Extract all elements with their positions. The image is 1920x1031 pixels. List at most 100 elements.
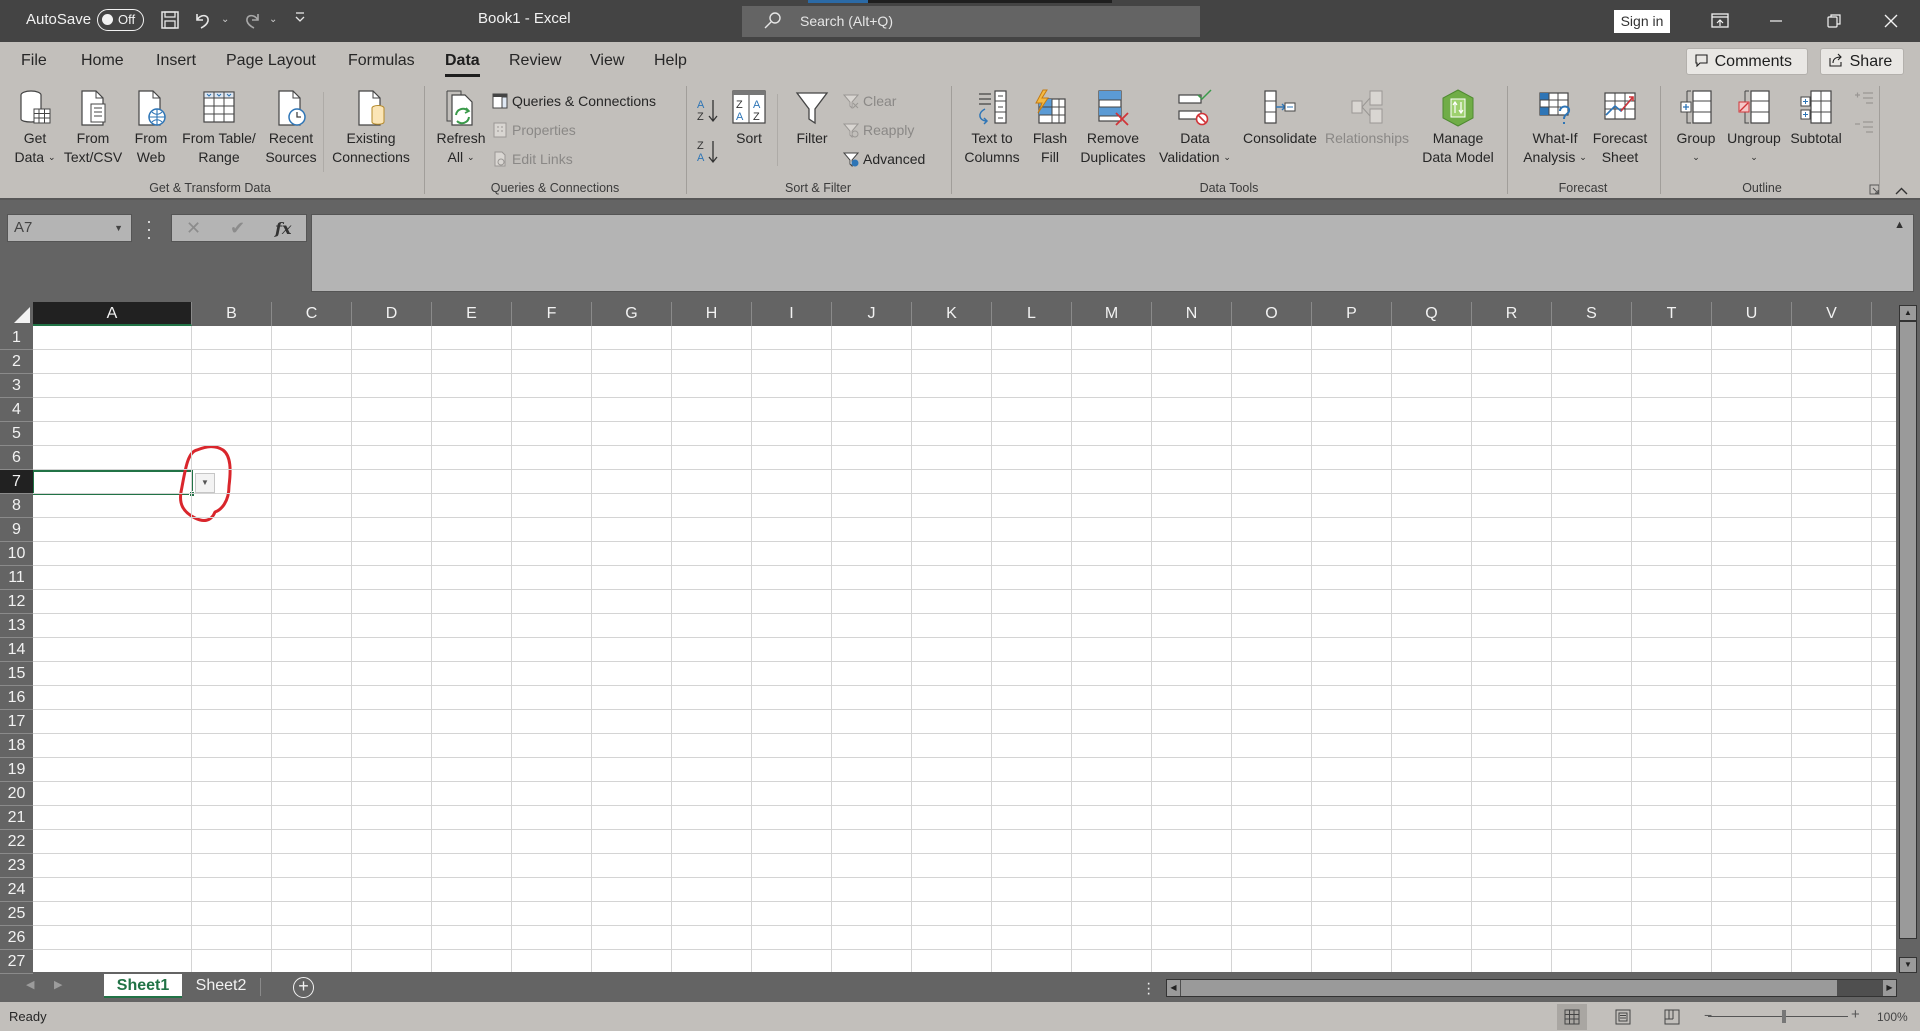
scroll-tabs-left-icon[interactable]: ◀ — [26, 978, 34, 991]
row-header-26[interactable]: 26 — [0, 926, 33, 950]
column-header-m[interactable]: M — [1072, 302, 1152, 326]
forecast-sheet-button[interactable]: Forecast Sheet — [1592, 89, 1648, 167]
undo-dropdown-icon[interactable]: ⌄ — [221, 14, 229, 25]
undo-icon[interactable] — [193, 10, 213, 30]
column-header-c[interactable]: C — [272, 302, 352, 326]
data-validation-dropdown-button[interactable]: ▼ — [195, 473, 215, 493]
cancel-formula-icon[interactable]: ✕ — [186, 218, 201, 239]
row-header-18[interactable]: 18 — [0, 734, 33, 758]
sheet-tab-sheet2[interactable]: Sheet2 — [186, 974, 256, 998]
zoom-in-icon[interactable]: + — [1851, 1006, 1860, 1023]
row-header-8[interactable]: 8 — [0, 494, 33, 518]
data-validation-button[interactable]: Data Validation ⌄ — [1150, 89, 1240, 167]
group-button[interactable]: Group ⌄ — [1668, 89, 1724, 167]
zoom-slider[interactable] — [1708, 1016, 1848, 1017]
comments-button[interactable]: Comments — [1686, 48, 1808, 75]
recent-sources-button[interactable]: Recent Sources — [261, 89, 321, 167]
vertical-scroll-thumb[interactable] — [1899, 321, 1917, 939]
column-header-b[interactable]: B — [192, 302, 272, 326]
scroll-tabs-right-icon[interactable]: ▶ — [54, 978, 62, 991]
row-header-3[interactable]: 3 — [0, 374, 33, 398]
horizontal-scroll-thumb[interactable] — [1181, 980, 1837, 996]
column-header-r[interactable]: R — [1472, 302, 1552, 326]
collapse-ribbon-icon[interactable] — [1895, 187, 1908, 195]
column-header-i[interactable]: I — [752, 302, 832, 326]
page-break-view-icon[interactable] — [1657, 1004, 1687, 1030]
column-header-q[interactable]: Q — [1392, 302, 1472, 326]
column-header-n[interactable]: N — [1152, 302, 1232, 326]
row-header-17[interactable]: 17 — [0, 710, 33, 734]
tab-help[interactable]: Help — [654, 52, 687, 70]
text-to-columns-button[interactable]: Text to Columns — [961, 89, 1023, 167]
close-icon[interactable] — [1876, 9, 1906, 33]
from-table-range-button[interactable]: From Table/ Range — [175, 89, 263, 167]
relationships-button[interactable]: Relationships — [1321, 89, 1413, 148]
tab-formulas[interactable]: Formulas — [348, 52, 415, 70]
formula-bar-resize-handle[interactable]: · · · — [146, 212, 152, 246]
refresh-all-button[interactable]: Refresh All ⌄ — [432, 89, 490, 167]
queries-connections-button[interactable]: Queries & Connections — [492, 90, 656, 112]
row-header-15[interactable]: 15 — [0, 662, 33, 686]
enter-formula-icon[interactable]: ✔ — [230, 218, 245, 239]
row-header-24[interactable]: 24 — [0, 878, 33, 902]
cell-area[interactable]: ▼ — [33, 326, 1896, 972]
from-text-csv-button[interactable]: From Text/CSV — [59, 89, 127, 167]
row-header-14[interactable]: 14 — [0, 638, 33, 662]
tab-split-handle[interactable]: · · · — [1146, 976, 1151, 1002]
zoom-level[interactable]: 100% — [1877, 1010, 1908, 1024]
ribbon-display-options-icon[interactable] — [1705, 9, 1735, 33]
minimize-icon[interactable] — [1761, 9, 1791, 33]
column-header-u[interactable]: U — [1712, 302, 1792, 326]
column-header-h[interactable]: H — [672, 302, 752, 326]
ungroup-button[interactable]: Ungroup ⌄ — [1722, 89, 1786, 167]
redo-icon[interactable] — [242, 10, 262, 30]
row-header-7[interactable]: 7 — [0, 470, 33, 494]
what-if-analysis-button[interactable]: What-If Analysis ⌄ — [1515, 89, 1595, 167]
add-sheet-icon[interactable]: + — [293, 977, 314, 998]
consolidate-button[interactable]: Consolidate — [1238, 89, 1322, 148]
sort-button[interactable]: ZAAZ Sort — [726, 89, 772, 148]
row-header-23[interactable]: 23 — [0, 854, 33, 878]
tab-insert[interactable]: Insert — [156, 52, 196, 70]
row-header-25[interactable]: 25 — [0, 902, 33, 926]
row-header-5[interactable]: 5 — [0, 422, 33, 446]
scroll-right-icon[interactable]: ▶ — [1883, 980, 1896, 996]
row-header-21[interactable]: 21 — [0, 806, 33, 830]
get-data-button[interactable]: Get Data ⌄ — [11, 89, 59, 167]
existing-connections-button[interactable]: Existing Connections — [326, 89, 416, 167]
scroll-down-icon[interactable]: ▼ — [1899, 957, 1917, 973]
properties-button[interactable]: Properties — [492, 119, 576, 141]
flash-fill-button[interactable]: Flash Fill — [1025, 89, 1075, 167]
tab-file[interactable]: File — [21, 52, 47, 70]
from-web-button[interactable]: From Web — [127, 89, 175, 167]
column-header-d[interactable]: D — [352, 302, 432, 326]
sort-a-to-z-button[interactable]: AZ — [695, 96, 723, 126]
column-header-f[interactable]: F — [512, 302, 592, 326]
sort-z-to-a-button[interactable]: ZA — [695, 137, 723, 167]
column-header-p[interactable]: P — [1312, 302, 1392, 326]
column-header-t[interactable]: T — [1632, 302, 1712, 326]
zoom-out-icon[interactable]: − — [1704, 1007, 1712, 1023]
row-header-6[interactable]: 6 — [0, 446, 33, 470]
redo-dropdown-icon[interactable]: ⌄ — [269, 14, 277, 25]
edit-links-button[interactable]: Edit Links — [492, 148, 573, 170]
advanced-filter-button[interactable]: Advanced — [843, 148, 925, 170]
select-all-button[interactable] — [0, 302, 33, 326]
page-layout-view-icon[interactable] — [1608, 1004, 1638, 1030]
sheet-tab-sheet1[interactable]: Sheet1 — [104, 974, 182, 998]
row-header-4[interactable]: 4 — [0, 398, 33, 422]
insert-function-icon[interactable]: fx — [275, 219, 291, 238]
column-header-s[interactable]: S — [1552, 302, 1632, 326]
normal-view-icon[interactable] — [1557, 1004, 1587, 1030]
search-box[interactable]: Search (Alt+Q) — [742, 6, 1200, 37]
name-box-dropdown-icon[interactable]: ▼ — [114, 215, 123, 241]
column-header-l[interactable]: L — [992, 302, 1072, 326]
customize-qat-icon[interactable] — [294, 10, 306, 24]
collapse-formula-bar-icon[interactable]: ▲ — [1894, 219, 1905, 231]
row-header-1[interactable]: 1 — [0, 326, 33, 350]
row-header-2[interactable]: 2 — [0, 350, 33, 374]
tab-home[interactable]: Home — [81, 52, 124, 70]
column-header-e[interactable]: E — [432, 302, 512, 326]
row-header-13[interactable]: 13 — [0, 614, 33, 638]
row-header-22[interactable]: 22 — [0, 830, 33, 854]
